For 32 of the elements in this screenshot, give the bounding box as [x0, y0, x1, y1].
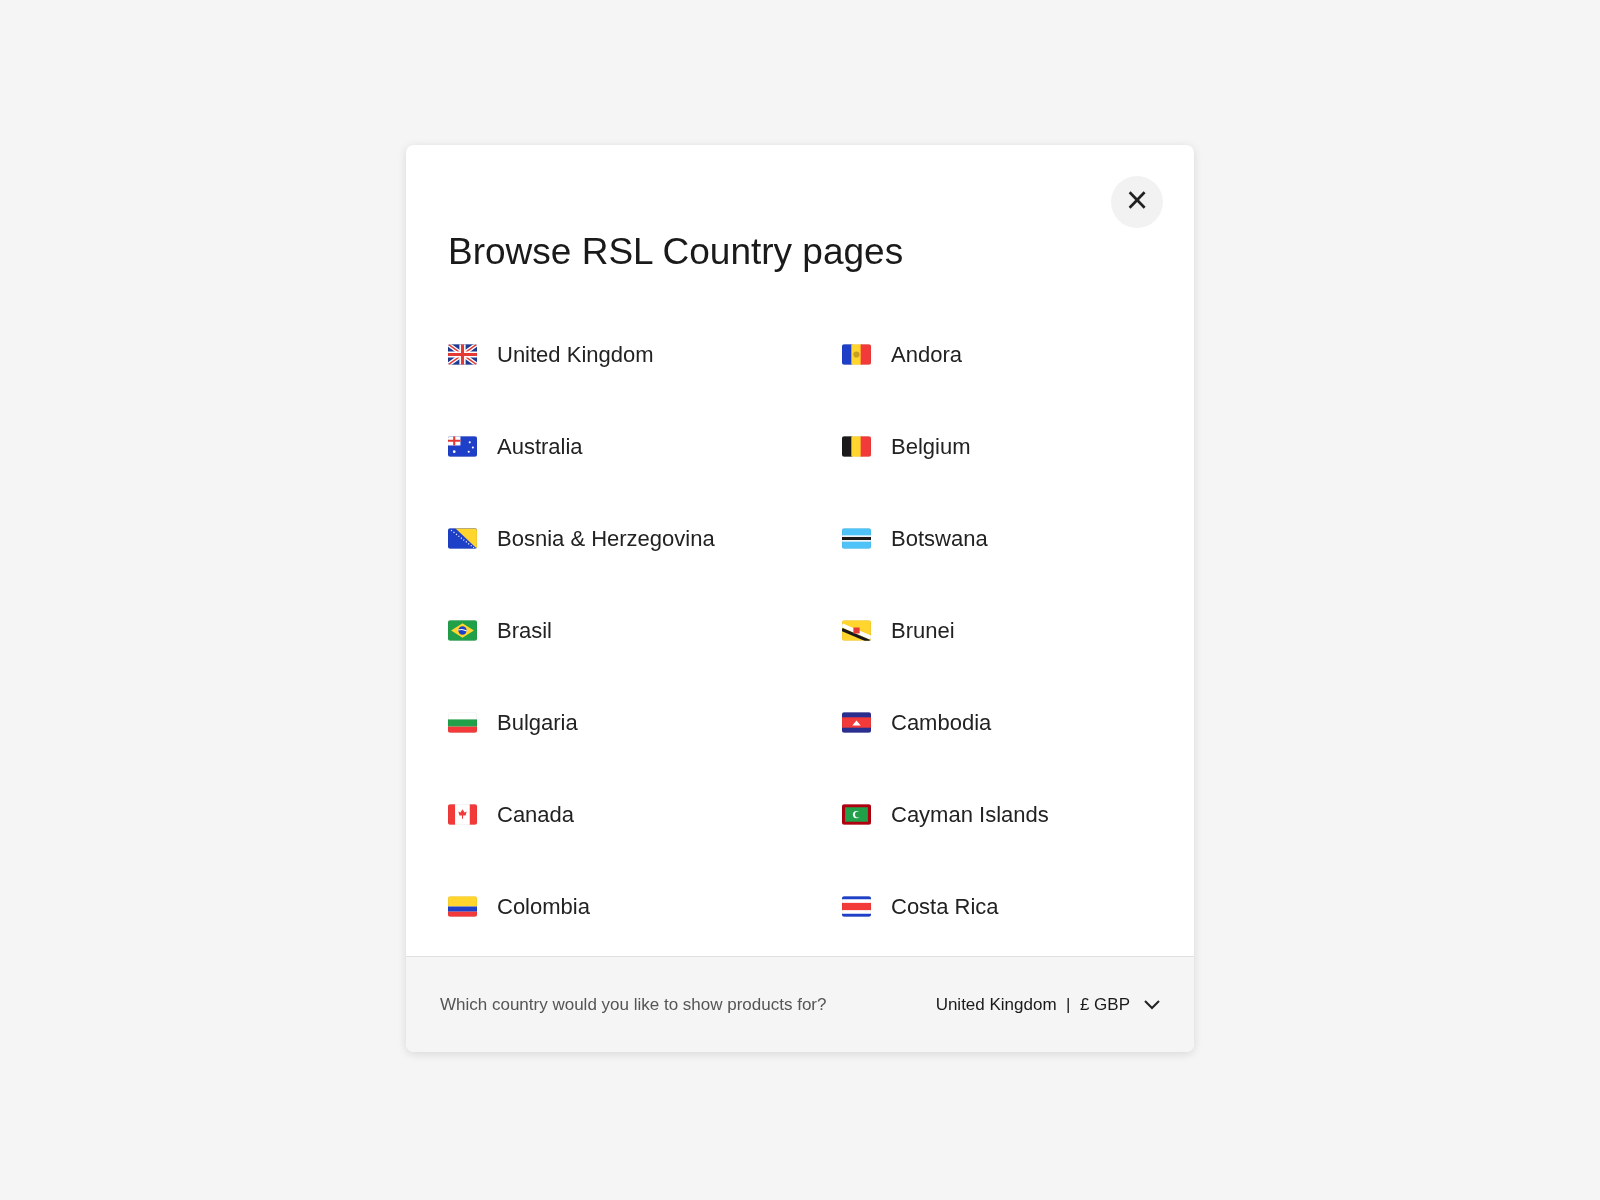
- flag-icon: [448, 895, 477, 917]
- flag-icon: [842, 619, 871, 641]
- flag-icon: [448, 619, 477, 641]
- country-link[interactable]: Bulgaria: [448, 676, 842, 768]
- flag-icon: [448, 803, 477, 825]
- country-link[interactable]: Canada: [448, 768, 842, 860]
- country-link[interactable]: Belgium: [842, 400, 1194, 492]
- flag-icon: [842, 343, 871, 365]
- country-link[interactable]: United Kingdom: [448, 308, 842, 400]
- country-link[interactable]: Australia: [448, 400, 842, 492]
- flag-icon: [448, 527, 477, 549]
- flag-icon: [448, 435, 477, 457]
- flag-icon: [842, 435, 871, 457]
- country-link[interactable]: Botswana: [842, 492, 1194, 584]
- close-button[interactable]: ×: [1111, 176, 1163, 228]
- country-link[interactable]: Bosnia & Herzegovina: [448, 492, 842, 584]
- country-link[interactable]: Brunei: [842, 584, 1194, 676]
- country-link[interactable]: Brasil: [448, 584, 842, 676]
- dialog-title: Browse RSL Country pages: [447, 230, 904, 274]
- country-link[interactable]: Colombia: [448, 860, 842, 952]
- flag-icon: [842, 803, 871, 825]
- chevron-down-icon: [1144, 999, 1160, 1010]
- flag-icon: [842, 711, 871, 733]
- country-link[interactable]: Cambodia: [842, 676, 1194, 768]
- flag-icon: [448, 343, 477, 365]
- country-link[interactable]: Andora: [842, 308, 1194, 400]
- footer-question: Which country would you like to show products for?: [440, 993, 827, 1016]
- flag-icon: [842, 527, 871, 549]
- country-link[interactable]: Cayman Islands: [842, 768, 1194, 860]
- flag-icon: [842, 895, 871, 917]
- country-link[interactable]: Costa Rica: [842, 860, 1194, 952]
- country-currency-dropdown[interactable]: United Kingdom | £ GBP: [935, 991, 1160, 1018]
